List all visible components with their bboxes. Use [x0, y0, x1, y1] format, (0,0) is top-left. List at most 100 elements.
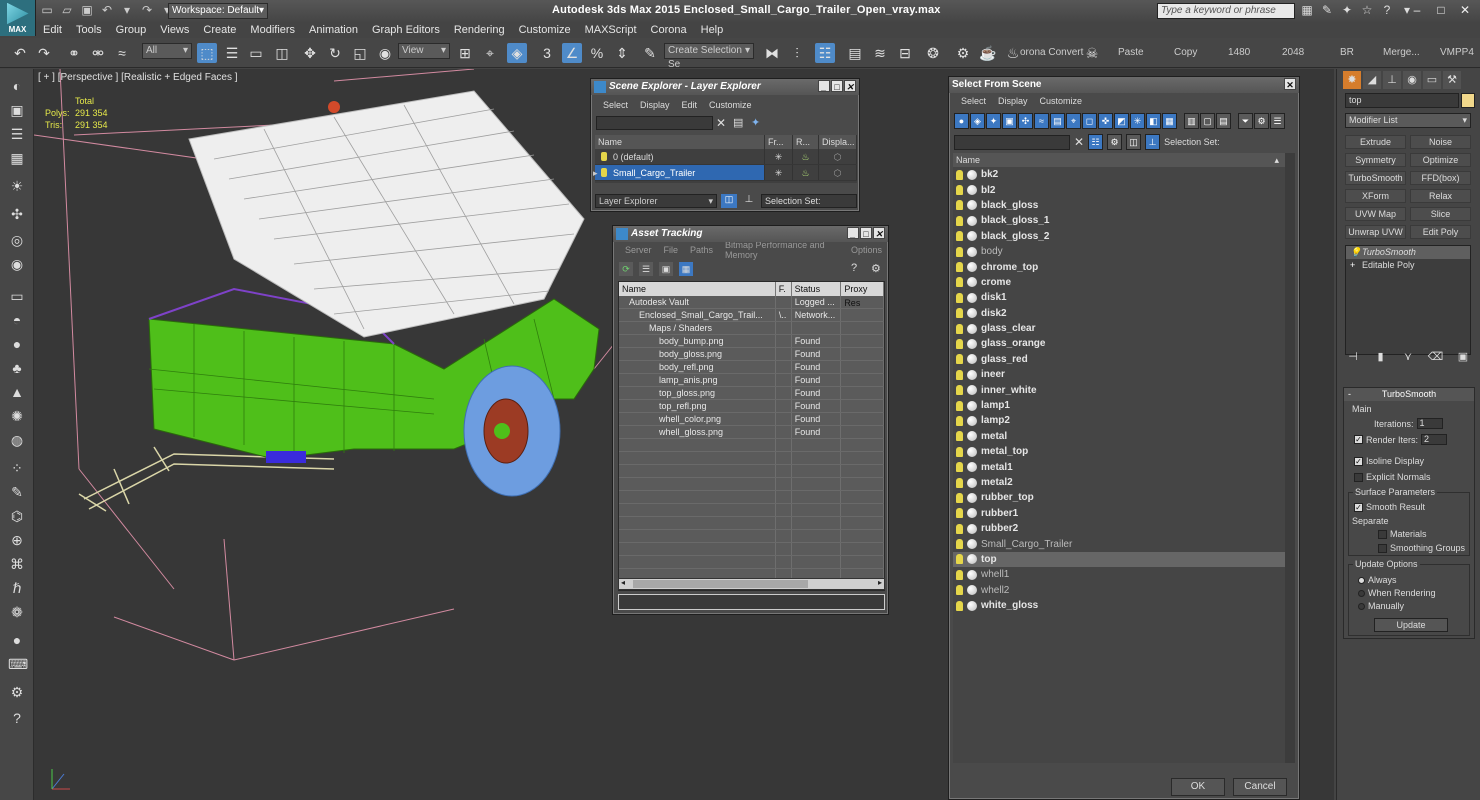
- asset-row[interactable]: body_bump.png Found: [619, 335, 884, 348]
- cancel-button[interactable]: Cancel: [1233, 778, 1287, 796]
- display-tab-icon[interactable]: ▭: [1423, 71, 1441, 89]
- rendered-frame-icon[interactable]: ☕: [978, 43, 998, 63]
- lightbulb-icon[interactable]: [956, 369, 963, 380]
- col-display[interactable]: Displa...: [819, 135, 857, 149]
- lightbulb-icon[interactable]: [956, 308, 963, 319]
- paste-button[interactable]: Paste: [1118, 47, 1144, 58]
- manually-radio[interactable]: [1358, 602, 1365, 610]
- freeze-snowflake-icon[interactable]: ✳: [765, 165, 793, 180]
- layers-toggle-icon[interactable]: ◫: [721, 194, 737, 208]
- object-item[interactable]: glass_clear: [953, 321, 1285, 336]
- close-icon[interactable]: ✕: [1284, 78, 1296, 90]
- dialog-icon[interactable]: ▣: [8, 101, 26, 119]
- torus-icon[interactable]: ◎: [8, 231, 26, 249]
- schematic-view-icon[interactable]: ⊟: [895, 43, 915, 63]
- spinner-snap-icon[interactable]: ⇕: [612, 43, 632, 63]
- settings-icon[interactable]: ⚙: [871, 262, 881, 275]
- grid-icon[interactable]: ▦: [8, 149, 26, 167]
- viewport-label[interactable]: [ + ] [Perspective ] [Realistic + Edged …: [38, 72, 238, 83]
- update-button[interactable]: Update: [1374, 618, 1448, 632]
- menu-maxscript[interactable]: MAXScript: [578, 22, 644, 38]
- close-icon[interactable]: ✕: [873, 227, 885, 239]
- render-setup-icon[interactable]: ⚙: [953, 43, 973, 63]
- material-editor-icon[interactable]: ❂: [923, 43, 943, 63]
- container-filter-icon[interactable]: ◩: [1114, 113, 1129, 129]
- close-icon[interactable]: ✕: [1454, 2, 1476, 18]
- menu-modifiers[interactable]: Modifiers: [243, 22, 302, 38]
- at-menu-options[interactable]: Options: [845, 245, 888, 255]
- layer-add-icon[interactable]: ✦: [751, 116, 760, 129]
- undo-dropdown-icon[interactable]: ▾: [120, 3, 134, 17]
- maximize-icon[interactable]: □: [860, 227, 872, 239]
- clear-search-icon[interactable]: ✕: [1074, 135, 1084, 149]
- lightbulb-icon[interactable]: [956, 569, 963, 580]
- search-input[interactable]: Type a keyword or phrase: [1157, 3, 1295, 19]
- sort-arrow-icon[interactable]: ▴: [1274, 153, 1279, 167]
- object-item[interactable]: bk2: [953, 167, 1285, 182]
- table-view-icon[interactable]: ▦: [679, 262, 693, 276]
- paint-icon[interactable]: ✎: [8, 483, 26, 501]
- scene-explorer-search-input[interactable]: [596, 116, 713, 130]
- modifier-button-symmetry[interactable]: Symmetry: [1345, 153, 1406, 167]
- object-name-input[interactable]: top: [1345, 93, 1459, 108]
- lightbulb-icon[interactable]: [956, 185, 963, 196]
- list-icon[interactable]: ☰: [8, 125, 26, 143]
- menu-animation[interactable]: Animation: [302, 22, 365, 38]
- lightbulb-icon[interactable]: [956, 246, 963, 257]
- display-box-icon[interactable]: ⬡: [819, 165, 857, 180]
- menu-customize[interactable]: Customize: [512, 22, 578, 38]
- particles-icon[interactable]: ⁘: [8, 459, 26, 477]
- horizontal-scrollbar[interactable]: ◂ ▸: [618, 578, 885, 590]
- rectangular-selection-icon[interactable]: ▭: [246, 43, 266, 63]
- select-all-icon[interactable]: ▥: [1184, 113, 1199, 129]
- iterations-spinner[interactable]: 1: [1416, 418, 1443, 429]
- lightbulb-icon[interactable]: [956, 400, 963, 411]
- new-file-icon[interactable]: ▭: [40, 3, 54, 17]
- se-menu-edit[interactable]: Edit: [676, 100, 704, 110]
- lightbulb-icon[interactable]: [956, 462, 963, 473]
- smooth-result-checkbox[interactable]: ✓: [1354, 502, 1363, 512]
- asset-row[interactable]: Autodesk Vault Logged ...: [619, 296, 884, 309]
- modifier-button-relax[interactable]: Relax: [1410, 189, 1471, 203]
- modify-tab-icon[interactable]: ◢: [1363, 71, 1381, 89]
- object-item[interactable]: disk1: [953, 290, 1285, 305]
- menu-graph-editors[interactable]: Graph Editors: [365, 22, 447, 38]
- menu-help[interactable]: Help: [694, 22, 731, 38]
- asset-row[interactable]: whell_color.png Found: [619, 413, 884, 426]
- remove-modifier-icon[interactable]: ⌫: [1428, 350, 1444, 364]
- modifier-button-optimize[interactable]: Optimize: [1410, 153, 1471, 167]
- lightbulb-icon[interactable]: [956, 215, 963, 226]
- modifier-button-noise[interactable]: Noise: [1410, 135, 1471, 149]
- mirror-icon[interactable]: ⧓: [762, 43, 782, 63]
- object-item[interactable]: glass_red: [953, 352, 1285, 367]
- scale-icon[interactable]: ◱: [350, 43, 370, 63]
- asset-row[interactable]: Enclosed_Small_Cargo_Trail... \.. Network.…: [619, 309, 884, 322]
- sun-icon[interactable]: ✺: [8, 407, 26, 425]
- link-icon[interactable]: ⚭: [64, 43, 84, 63]
- open-file-icon[interactable]: ▱: [60, 3, 74, 17]
- align-icon[interactable]: ⫶: [787, 43, 807, 63]
- object-item[interactable]: bl2: [953, 182, 1285, 197]
- modifier-button-xform[interactable]: XForm: [1345, 189, 1406, 203]
- pin-stack-icon[interactable]: ⊣: [1345, 350, 1361, 364]
- hierarchy-icon[interactable]: ⊥: [741, 194, 757, 208]
- select-scene-titlebar[interactable]: Select From Scene ✕: [949, 77, 1299, 93]
- globe-icon[interactable]: ⊕: [8, 531, 26, 549]
- col-name[interactable]: Name: [595, 135, 765, 149]
- asset-row[interactable]: Maps / Shaders: [619, 322, 884, 335]
- scene-explorer-icon[interactable]: ☷: [815, 43, 835, 63]
- selection-lock-icon[interactable]: ⌖: [480, 43, 500, 63]
- snaps-toggle-icon[interactable]: 3: [537, 43, 557, 63]
- lightbulb-icon[interactable]: [956, 323, 963, 334]
- modifier-list-dropdown[interactable]: Modifier List: [1345, 113, 1471, 128]
- object-item[interactable]: disk2: [953, 306, 1285, 321]
- scroll-right-icon[interactable]: ▸: [878, 578, 882, 587]
- skull-icon[interactable]: ☠: [1082, 43, 1102, 63]
- undo-icon[interactable]: ↶: [10, 43, 30, 63]
- group-filter-icon[interactable]: ▤: [1050, 113, 1065, 129]
- explorer-type-dropdown[interactable]: Layer Explorer: [595, 194, 717, 208]
- br-button[interactable]: BR: [1340, 47, 1354, 58]
- hierarchy-tab-icon[interactable]: ⊥: [1383, 71, 1401, 89]
- layer-filter-icon[interactable]: ▤: [733, 116, 743, 129]
- edit-named-selection-icon[interactable]: ✎: [640, 43, 660, 63]
